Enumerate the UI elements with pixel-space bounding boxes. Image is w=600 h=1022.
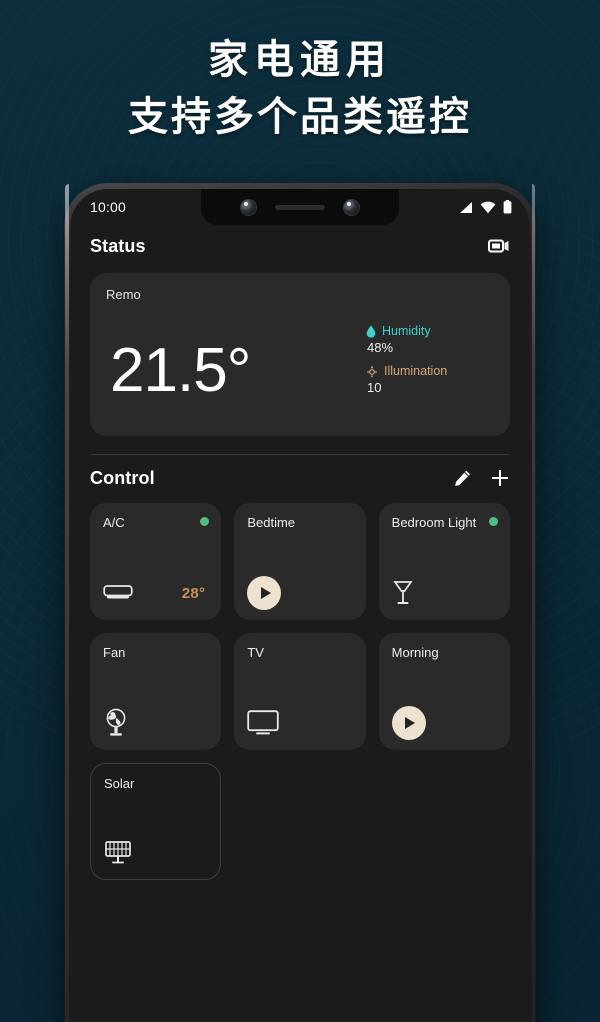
control-tile-fan[interactable]: Fan <box>90 633 222 750</box>
illumination-sun-icon <box>366 365 378 378</box>
status-header-actions <box>488 238 510 254</box>
solar-panel-icon <box>104 839 132 865</box>
wifi-icon <box>480 201 496 214</box>
control-section-title: Control <box>90 467 155 488</box>
system-status-bar: 10:00 <box>70 189 530 225</box>
tv-icon <box>247 710 280 736</box>
temperature-value: 21.5° <box>110 336 251 406</box>
humidity-value: 48% <box>367 340 394 355</box>
edit-icon[interactable] <box>453 469 472 488</box>
headline-line-2: 支持多个品类遥控 <box>128 93 472 141</box>
headline-line-1: 家电通用 <box>208 36 392 83</box>
humidity-drop-icon <box>366 325 376 338</box>
phone-edge-highlight-left <box>65 184 69 1022</box>
humidity-label-row: Humidity <box>366 324 494 338</box>
tile-label: A/C <box>103 515 125 530</box>
device-icon[interactable] <box>488 238 510 254</box>
play-icon[interactable] <box>391 706 426 740</box>
sensor-metrics: Humidity 48% Illumination 10 <box>366 324 494 401</box>
system-status-icons <box>458 200 512 214</box>
illumination-label: Illumination <box>384 364 448 378</box>
status-section-title: Status <box>90 235 146 256</box>
tile-bottom: 28° <box>103 576 209 610</box>
sensor-card[interactable]: Remo 21.5° Humidity 48% Illumination 10 <box>90 273 510 436</box>
control-tiles-grid: A/C 28° Bedtime Bedroom Light Fan TV Mor… <box>90 503 510 880</box>
tile-label: Solar <box>104 776 135 791</box>
humidity-label: Humidity <box>382 324 431 338</box>
tile-bottom <box>391 706 498 740</box>
tile-label: Bedroom Light <box>391 515 477 530</box>
metric-illumination: Illumination 10 <box>366 364 494 395</box>
headline: 家电通用 支持多个品类遥控 <box>0 34 600 142</box>
control-tile-ac[interactable]: A/C 28° <box>90 503 222 620</box>
battery-icon <box>503 200 512 214</box>
tile-bottom <box>247 576 353 610</box>
control-section-header: Control <box>90 455 510 501</box>
control-tile-morning[interactable]: Morning <box>378 633 510 750</box>
system-clock: 10:00 <box>90 199 127 215</box>
phone-edge-highlight-right <box>532 184 535 1022</box>
illumination-label-row: Illumination <box>366 364 494 378</box>
tile-bottom <box>103 706 209 740</box>
control-tile-bedroom-light[interactable]: Bedroom Light <box>378 503 510 620</box>
tile-label: Bedtime <box>247 515 296 530</box>
metric-humidity: Humidity 48% <box>366 324 494 355</box>
status-dot <box>488 517 498 526</box>
status-dot <box>200 517 210 526</box>
tile-label: Fan <box>103 645 126 660</box>
tile-bottom <box>104 835 208 869</box>
tile-label: Morning <box>391 645 439 660</box>
fan-icon <box>103 708 129 738</box>
status-section-header: Status <box>90 225 510 267</box>
add-icon[interactable] <box>490 468 510 488</box>
tile-bottom <box>247 706 353 740</box>
app-content: Status Remo 21.5° Humidity 48% Illuminat… <box>70 225 530 880</box>
tile-label: TV <box>247 645 264 660</box>
tile-value: 28° <box>181 584 206 602</box>
illumination-value: 10 <box>367 380 382 395</box>
phone-screen: 10:00 Status Remo 21.5° Humidity 48% Ill… <box>70 189 530 1022</box>
tile-bottom <box>392 576 498 610</box>
control-tile-bedtime[interactable]: Bedtime <box>234 503 366 620</box>
play-icon[interactable] <box>247 576 282 610</box>
control-header-actions <box>453 468 510 488</box>
air-conditioner-icon <box>103 583 133 603</box>
promo-poster: 家电通用 支持多个品类遥控 10:00 Status Remo 21.5° Hu… <box>0 0 600 1022</box>
phone-mockup: 10:00 Status Remo 21.5° Humidity 48% Ill… <box>64 183 536 1022</box>
lamp-icon <box>392 579 414 607</box>
signal-icon <box>458 201 473 214</box>
sensor-readings-row: 21.5° Humidity 48% Illumination 10 <box>106 324 494 406</box>
control-tile-tv[interactable]: TV <box>234 633 366 750</box>
control-tile-solar[interactable]: Solar <box>90 763 222 880</box>
sensor-device-name: Remo <box>106 287 141 302</box>
